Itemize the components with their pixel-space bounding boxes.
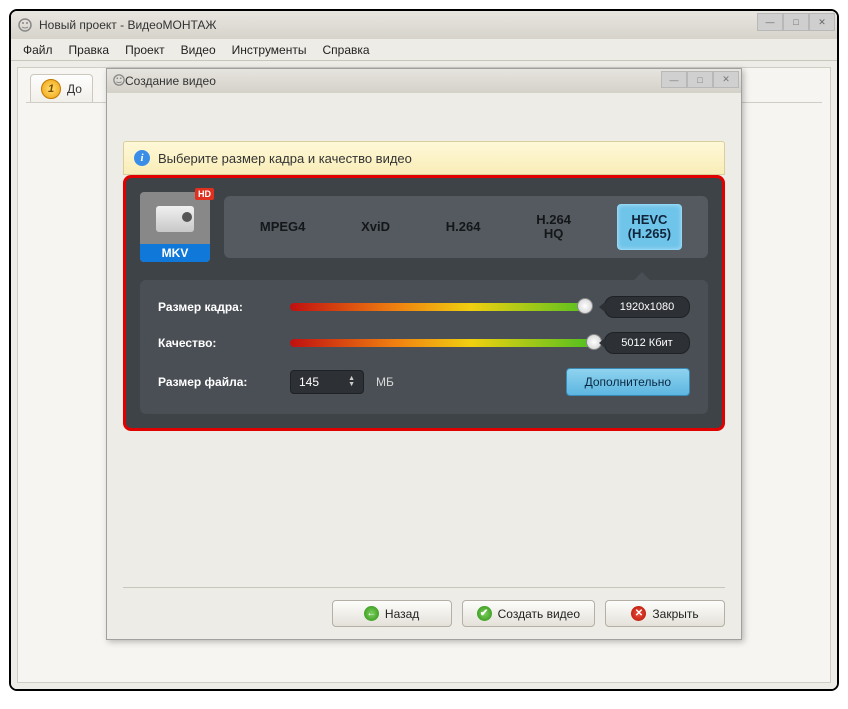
format-label: MKV [140, 244, 210, 262]
menu-tools[interactable]: Инструменты [224, 41, 315, 59]
codec-h264hq[interactable]: H.264 HQ [526, 205, 581, 250]
codec-hevc[interactable]: HEVC (H.265) [617, 204, 682, 251]
main-window: Новый проект - ВидеоМОНТАЖ — □ ✕ Файл Пр… [11, 11, 837, 689]
dialog-footer: ← Назад ✔ Создать видео ✕ Закрыть [123, 587, 725, 627]
frame-size-row: Размер кадра: 1920x1080 [158, 296, 690, 318]
create-video-dialog: Создание видео — □ ✕ i Выберите размер к… [106, 68, 742, 640]
content-area: 1 До Создание видео — □ ✕ [11, 61, 837, 689]
dialog-maximize-button[interactable]: □ [687, 71, 713, 88]
dialog-titlebar: Создание видео — □ ✕ [107, 69, 741, 93]
advanced-button[interactable]: Дополнительно [566, 368, 690, 396]
quality-label: Качество: [158, 336, 278, 350]
quality-row: Качество: 5012 Кбит [158, 332, 690, 354]
info-icon: i [134, 150, 150, 166]
frame-size-thumb[interactable] [577, 298, 593, 314]
dialog-close-button[interactable]: ✕ [713, 71, 739, 88]
close-x-icon: ✕ [631, 606, 646, 621]
codec-tabs: MPEG4 XviD H.264 H.264 HQ HEVC (H.265) [224, 196, 708, 258]
codec-xvid[interactable]: XviD [351, 212, 400, 242]
filesize-unit: МБ [376, 375, 394, 389]
codec-h264[interactable]: H.264 [436, 212, 491, 242]
info-bar: i Выберите размер кадра и качество видео [123, 141, 725, 175]
panel-arrow-icon [632, 272, 652, 282]
hd-badge: HD [195, 188, 214, 200]
menu-edit[interactable]: Правка [61, 41, 118, 59]
menu-video[interactable]: Видео [173, 41, 224, 59]
filesize-value: 145 [299, 375, 319, 389]
format-icon-mkv: HD MKV [140, 192, 210, 262]
dialog-title-text: Создание видео [125, 74, 216, 88]
main-title-text: Новый проект - ВидеоМОНТАЖ [39, 18, 217, 32]
menu-project[interactable]: Проект [117, 41, 173, 59]
quality-value: 5012 Кбит [604, 332, 690, 354]
minimize-button[interactable]: — [757, 13, 783, 31]
wizard-tab-1[interactable]: 1 До [30, 74, 93, 102]
frame-size-value: 1920x1080 [604, 296, 690, 318]
spinner-arrows-icon[interactable]: ▲▼ [348, 376, 355, 388]
filesize-row: Размер файла: 145 ▲▼ МБ Дополнительно [158, 368, 690, 396]
step-badge: 1 [41, 79, 61, 99]
menubar: Файл Правка Проект Видео Инструменты Спр… [11, 39, 837, 61]
app-icon [17, 17, 33, 33]
menu-help[interactable]: Справка [314, 41, 377, 59]
back-arrow-icon: ← [364, 606, 379, 621]
create-video-button[interactable]: ✔ Создать видео [462, 600, 595, 627]
step-label: До [67, 82, 82, 96]
back-button[interactable]: ← Назад [332, 600, 452, 627]
check-icon: ✔ [477, 606, 492, 621]
maximize-button[interactable]: □ [783, 13, 809, 31]
filesize-label: Размер файла: [158, 375, 278, 389]
menu-file[interactable]: Файл [15, 41, 61, 59]
main-titlebar: Новый проект - ВидеоМОНТАЖ — □ ✕ [11, 11, 837, 39]
encoding-settings-panel: HD MKV MPEG4 XviD H.264 H.264 HQ HEVC (H [123, 175, 725, 431]
close-button[interactable]: ✕ [809, 13, 835, 31]
close-dialog-button[interactable]: ✕ Закрыть [605, 600, 725, 627]
filesize-spinner[interactable]: 145 ▲▼ [290, 370, 364, 394]
sliders-panel: Размер кадра: 1920x1080 Качество: [140, 280, 708, 414]
dialog-icon [113, 74, 125, 89]
frame-size-label: Размер кадра: [158, 300, 278, 314]
frame-size-slider[interactable] [290, 303, 592, 311]
quality-slider[interactable] [290, 339, 592, 347]
tabbed-panel: 1 До Создание видео — □ ✕ [17, 67, 831, 683]
codec-mpeg4[interactable]: MPEG4 [250, 212, 316, 242]
info-text: Выберите размер кадра и качество видео [158, 151, 412, 166]
dialog-minimize-button[interactable]: — [661, 71, 687, 88]
